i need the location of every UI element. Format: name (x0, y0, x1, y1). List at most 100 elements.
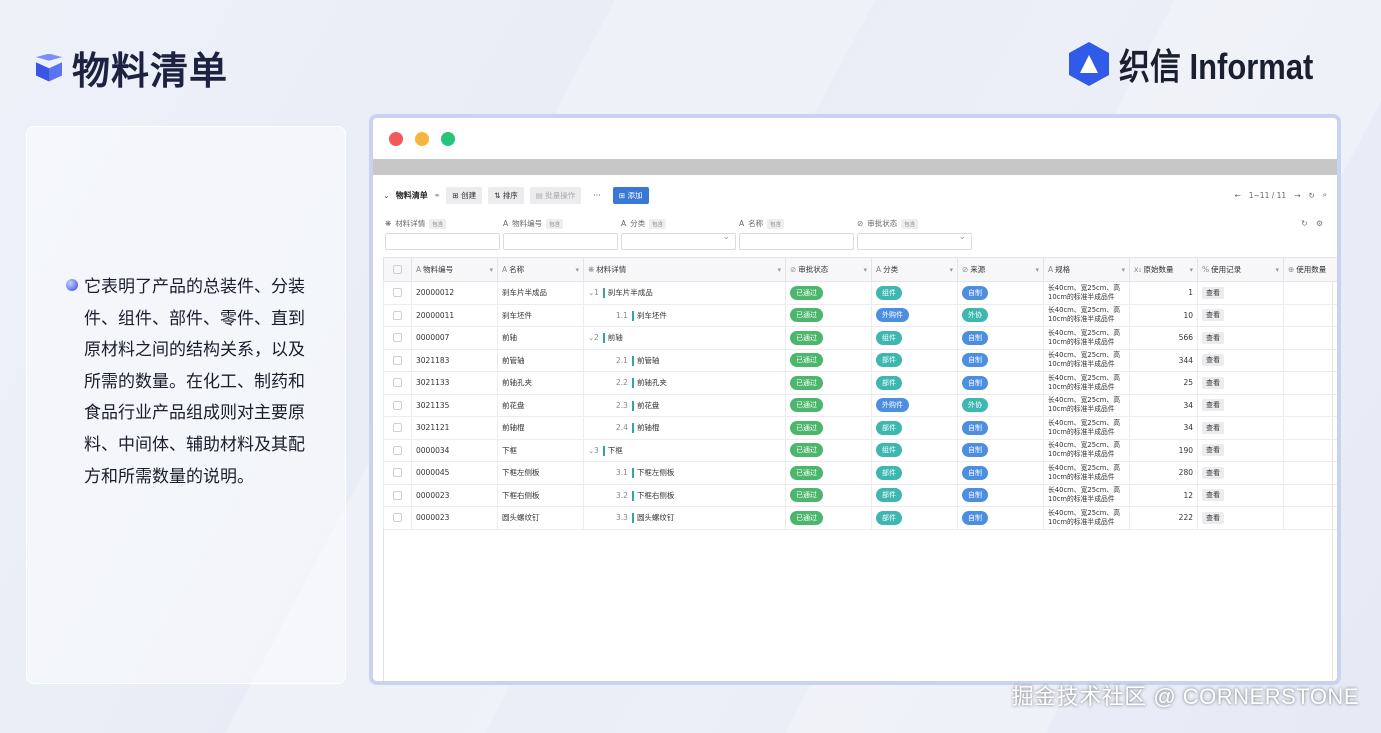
maximize-dot[interactable] (441, 131, 455, 146)
column-header[interactable]: A 分类 ▾ (871, 257, 958, 282)
column-menu-icon[interactable]: ▾ (1035, 266, 1039, 274)
row-checkbox[interactable] (393, 468, 402, 478)
select-all-checkbox[interactable] (393, 265, 402, 274)
column-type-icon: x₁ (1134, 265, 1142, 274)
filter-operator[interactable]: 包含 (901, 218, 919, 229)
filter-input[interactable] (385, 233, 500, 250)
column-label: 规格 (1055, 265, 1071, 274)
view-usage-button[interactable]: 查看 (1202, 309, 1224, 322)
usage-qty (1283, 326, 1337, 350)
view-usage-button[interactable]: 查看 (1202, 286, 1224, 299)
refresh-icon[interactable]: ↻ (1309, 191, 1315, 200)
table-row[interactable]: 3021133 前轴孔夹 2.2 前轴孔夹 已通过 部件 自制 长40cm、宽25cm、高10… (383, 371, 1337, 395)
source-badge: 自制 (962, 443, 988, 458)
filter-input[interactable] (503, 233, 618, 250)
collapse-chevron-icon[interactable]: ⌄ (383, 191, 390, 200)
view-usage-button[interactable]: 查看 (1202, 466, 1224, 479)
row-checkbox[interactable] (393, 513, 402, 523)
create-button[interactable]: ⊞ 创建 (446, 186, 483, 204)
reset-filter-icon[interactable]: ↻ (1301, 219, 1308, 228)
detail-label: 前轴棍 (636, 423, 660, 433)
table-row[interactable]: 3021135 前花盘 2.3 前花盘 已通过 外购件 外协 长40cm、宽25cm、高10c… (383, 393, 1337, 417)
table-row[interactable]: 3021183 前管轴 2.1 前管轴 已通过 部件 自制 长40cm、宽25cm、高10cm… (383, 348, 1337, 372)
view-usage-button[interactable]: 查看 (1202, 489, 1224, 502)
close-dot[interactable] (389, 131, 403, 146)
table-row[interactable]: 0000023 圆头螺纹钉 3.3 圆头螺纹钉 已通过 部件 自制 长40cm、宽25cm、高… (383, 506, 1337, 530)
column-header[interactable]: ⊘ 来源 ▾ (957, 257, 1044, 282)
row-checkbox[interactable] (393, 423, 402, 433)
column-header[interactable]: ⊕ 使用数量 (1283, 257, 1337, 282)
table-row[interactable]: 0000045 下框左侧板 3.1 下框左侧板 已通过 部件 自制 长40cm、宽25cm、高… (383, 461, 1337, 485)
status-badge: 已通过 (790, 398, 823, 413)
table-row[interactable]: 20000012 刹车片半成品 ⌄1 刹车片半成品 已通过 组件 自制 长40cm、宽25cm… (383, 281, 1337, 305)
select-all-cell[interactable] (383, 257, 412, 282)
sort-button[interactable]: ⇅ 排序 (488, 186, 524, 204)
column-header[interactable]: ❋ 材料详情 ▾ (583, 257, 786, 282)
view-usage-button[interactable]: 查看 (1202, 376, 1224, 389)
next-page-icon[interactable]: → (1294, 191, 1300, 200)
view-usage-button[interactable]: 查看 (1202, 399, 1224, 412)
column-header[interactable]: % 使用记录 ▾ (1197, 257, 1284, 282)
view-usage-button[interactable]: 查看 (1202, 444, 1224, 457)
view-usage-button[interactable]: 查看 (1202, 354, 1224, 367)
spec-cell: 长40cm、宽25cm、高10cm的标准半成品件 (1043, 371, 1130, 395)
column-menu-icon[interactable]: ▾ (575, 266, 579, 274)
column-menu-icon[interactable]: ▾ (863, 266, 867, 274)
table-row[interactable]: 0000023 下框右侧板 3.2 下框右侧板 已通过 部件 自制 长40cm、宽25cm、高… (383, 483, 1337, 507)
table-row[interactable]: 0000034 下框 ⌄3 下框 已通过 组件 自制 长40cm、宽25cm、高10cm的标准… (383, 438, 1337, 462)
column-header[interactable]: x₁ 原始数量 ▾ (1129, 257, 1198, 282)
filter-operator[interactable]: 包含 (767, 218, 785, 229)
batch-button[interactable]: ▤ 批量操作 (529, 186, 582, 204)
view-usage-button[interactable]: 查看 (1202, 331, 1224, 344)
table-row[interactable]: 3021121 前轴棍 2.4 前轴棍 已通过 部件 自制 长40cm、宽25cm、高10cm… (383, 416, 1337, 440)
filter-operator[interactable]: 包含 (546, 218, 564, 229)
column-header[interactable]: A 物料编号 ▾ (411, 257, 498, 282)
settings-icon[interactable]: ⚙ (1316, 219, 1323, 228)
category-badge: 部件 (876, 375, 902, 390)
column-header[interactable]: ⊘ 审批状态 ▾ (785, 257, 872, 282)
column-menu-icon[interactable]: ▾ (949, 266, 953, 274)
column-menu-icon[interactable]: ▾ (1189, 266, 1193, 274)
filter-input[interactable] (621, 232, 736, 250)
column-type-icon: A (1048, 265, 1054, 274)
column-menu-icon[interactable]: ▾ (1121, 266, 1125, 274)
table-row[interactable]: 0000007 前轴 ⌄2 前轴 已通过 组件 自制 长40cm、宽25cm、高10cm的标准… (383, 326, 1337, 350)
original-qty: 344 (1129, 348, 1198, 372)
row-checkbox[interactable] (393, 490, 402, 500)
material-name: 前轴 (497, 326, 584, 350)
column-header[interactable]: A 名称 ▾ (497, 257, 584, 282)
table-row[interactable]: 20000011 刹车坯件 1.1 刹车坯件 已通过 外购件 外协 长40cm、宽25cm、高… (383, 303, 1337, 327)
filter-operator[interactable]: 包含 (649, 218, 667, 229)
minimize-dot[interactable] (415, 131, 429, 146)
row-checkbox[interactable] (393, 445, 402, 455)
row-checkbox[interactable] (393, 288, 402, 298)
source-badge: 自制 (962, 488, 988, 503)
usage-qty (1283, 348, 1337, 372)
tree-index: 2.4 (616, 423, 628, 433)
filter-input[interactable] (739, 233, 854, 250)
filter-input[interactable] (857, 232, 972, 250)
bom-table: A 物料编号 ▾ A 名称 ▾ ❋ 材料详情 ▾ ⊘ 审批状态 ▾ A 分类 ▾ ⊘ 来源 ▾ A 规格 ▾ x₁ 原始数量… (383, 257, 1337, 530)
row-checkbox[interactable] (393, 333, 402, 343)
column-menu-icon[interactable]: ▾ (1275, 266, 1279, 274)
row-checkbox[interactable] (393, 400, 402, 410)
view-usage-button[interactable]: 查看 (1202, 421, 1224, 434)
material-name: 刹车片半成品 (497, 281, 584, 305)
view-usage-button[interactable]: 查看 (1202, 511, 1224, 524)
toolbar: ⌄ 物料清单 ⚭ ⊞ 创建 ⇅ 排序 ▤ 批量操作 ··· ⊞ 添加 ← 1~1… (383, 185, 1327, 205)
detail-label: 前花盘 (636, 400, 660, 410)
row-checkbox[interactable] (393, 378, 402, 388)
add-button[interactable]: ⊞ 添加 (612, 186, 649, 204)
row-checkbox[interactable] (393, 310, 402, 320)
prev-page-icon[interactable]: ← (1234, 191, 1240, 200)
more-button[interactable]: ··· (593, 191, 601, 200)
column-header[interactable]: A 规格 ▾ (1043, 257, 1130, 282)
search-icon[interactable]: ⌕ (1323, 190, 1327, 200)
column-menu-icon[interactable]: ▾ (777, 266, 781, 274)
tree-marker (631, 310, 634, 321)
brand-name: 织信 Informat (1119, 46, 1314, 87)
share-icon[interactable]: ⚭ (434, 191, 441, 200)
row-checkbox[interactable] (393, 355, 402, 365)
filter-operator[interactable]: 包含 (429, 218, 447, 229)
column-menu-icon[interactable]: ▾ (489, 266, 493, 274)
